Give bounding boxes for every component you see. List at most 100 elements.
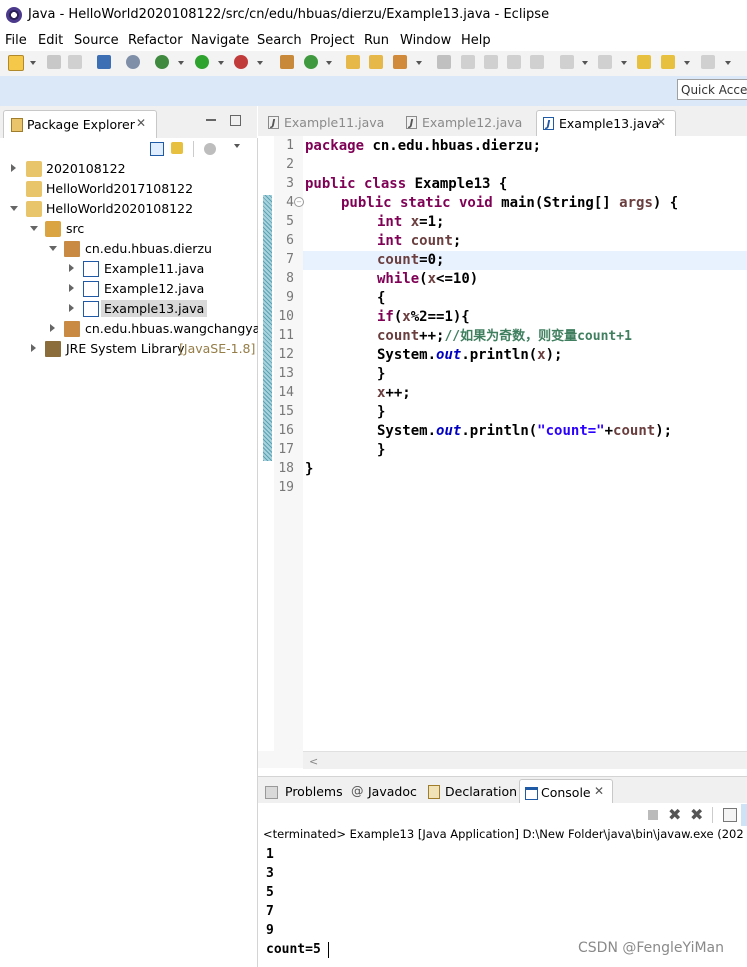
chevron-down-icon[interactable]	[621, 61, 627, 65]
tab-label: Problems	[285, 784, 343, 799]
menu-bar: File Edit Source Refactor Navigate Searc…	[0, 31, 747, 51]
tree-item[interactable]: HelloWorld2020108122	[0, 199, 257, 219]
toggle-mark-occurrences-icon[interactable]	[437, 55, 451, 69]
menu-help[interactable]: Help	[461, 33, 491, 48]
expand-icon[interactable]	[11, 164, 16, 172]
quick-access-input[interactable]: Quick Access	[677, 79, 747, 100]
maximize-icon[interactable]	[230, 115, 241, 126]
save-icon[interactable]	[47, 55, 61, 69]
open-type-icon[interactable]	[346, 55, 360, 69]
menu-file[interactable]: File	[5, 33, 27, 48]
tree-item-suffix: [JavaSE-1.8]	[179, 341, 256, 356]
tab-problems[interactable]: Problems	[260, 779, 344, 804]
expand-icon[interactable]	[50, 324, 55, 332]
current-line-highlight	[303, 251, 747, 270]
scroll-lock-icon[interactable]	[741, 804, 747, 826]
block-selection-icon[interactable]	[507, 55, 521, 69]
menu-run[interactable]: Run	[364, 33, 389, 48]
tree-item[interactable]: cn.edu.hbuas.dierzu	[0, 239, 257, 259]
menu-source[interactable]: Source	[74, 33, 119, 48]
new-java-class-icon[interactable]	[304, 55, 318, 69]
tab-console[interactable]: Console ✕	[519, 779, 613, 805]
menu-refactor[interactable]: Refactor	[128, 33, 183, 48]
focus-on-active-task-icon[interactable]	[204, 143, 216, 155]
chevron-down-icon[interactable]	[30, 61, 36, 65]
view-menu-icon[interactable]	[234, 144, 240, 148]
chevron-down-icon[interactable]	[725, 61, 731, 65]
console-view-icon[interactable]	[97, 55, 111, 69]
debug-icon[interactable]	[155, 55, 169, 69]
collapse-icon[interactable]	[30, 226, 38, 231]
tree-item[interactable]: JRE System Library [JavaSE-1.8]	[0, 339, 257, 359]
tree-item[interactable]: src	[0, 219, 257, 239]
run-icon[interactable]	[195, 55, 209, 69]
chevron-down-icon[interactable]	[326, 61, 332, 65]
chevron-down-icon[interactable]	[582, 61, 588, 65]
terminate-icon[interactable]	[648, 810, 658, 820]
code-editor[interactable]: − 1 2 3 4 5 6 7 8 9 10 11 12 13 14 15 16 17 18 19 package …	[258, 136, 747, 751]
expand-icon[interactable]	[31, 344, 36, 352]
new-icon[interactable]	[8, 55, 24, 71]
line-number: 3	[286, 176, 294, 191]
next-annotation-icon[interactable]	[560, 55, 574, 69]
search-icon[interactable]	[393, 55, 407, 69]
chevron-down-icon[interactable]	[684, 61, 690, 65]
horizontal-scrollbar[interactable]: <	[303, 751, 747, 769]
fold-icon[interactable]: −	[294, 197, 304, 207]
collapse-all-icon[interactable]	[150, 142, 164, 156]
close-icon[interactable]: ✕	[656, 115, 666, 129]
console-line: 1	[266, 847, 274, 862]
tree-item[interactable]: 2020108122	[0, 159, 257, 179]
word-wrap-icon[interactable]	[484, 55, 498, 69]
menu-edit[interactable]: Edit	[38, 33, 63, 48]
open-task-icon[interactable]	[369, 55, 383, 69]
expand-icon[interactable]	[69, 284, 74, 292]
tree-item-selected[interactable]: Example13.java	[0, 299, 257, 319]
clear-console-icon[interactable]	[723, 808, 737, 822]
save-all-icon[interactable]	[68, 55, 82, 69]
chevron-down-icon[interactable]	[257, 61, 263, 65]
close-icon[interactable]: ✕	[136, 116, 146, 130]
skip-breakpoints-icon[interactable]	[126, 55, 140, 69]
tab-label: Example12.java	[422, 115, 523, 130]
previous-annotation-icon[interactable]	[598, 55, 612, 69]
close-icon[interactable]: ✕	[594, 784, 604, 798]
menu-navigate[interactable]: Navigate	[191, 33, 249, 48]
show-whitespace-icon[interactable]	[530, 55, 544, 69]
chevron-down-icon[interactable]	[178, 61, 184, 65]
last-edit-location-icon[interactable]	[637, 55, 651, 69]
expand-icon[interactable]	[69, 264, 74, 272]
tab-example13[interactable]: J Example13.java ✕	[536, 110, 676, 137]
expand-icon[interactable]	[69, 304, 74, 312]
remove-all-terminated-icon[interactable]: ✖	[690, 805, 703, 824]
package-explorer-panel: 2020108122 HelloWorld2017108122 HelloWor…	[0, 138, 268, 967]
menu-project[interactable]: Project	[310, 33, 354, 48]
tree-item[interactable]: Example12.java	[0, 279, 257, 299]
chevron-down-icon[interactable]	[218, 61, 224, 65]
tab-javadoc[interactable]: @ Javadoc	[348, 779, 420, 804]
overview-ruler	[258, 136, 274, 751]
tab-package-explorer[interactable]: Package Explorer ✕	[3, 110, 157, 139]
minimize-icon[interactable]	[206, 119, 216, 121]
quick-diff-bar	[263, 195, 272, 461]
tree-item[interactable]: Example11.java	[0, 259, 257, 279]
toggle-breadcrumb-icon[interactable]	[461, 55, 475, 69]
back-icon[interactable]	[661, 55, 675, 69]
menu-search[interactable]: Search	[257, 33, 302, 48]
chevron-down-icon[interactable]	[416, 61, 422, 65]
tab-declaration[interactable]: Declaration	[424, 779, 517, 804]
tree-item[interactable]: cn.edu.hbuas.wangchangyan	[0, 319, 268, 339]
scroll-left-icon[interactable]: <	[309, 755, 318, 768]
forward-icon[interactable]	[701, 55, 715, 69]
new-java-package-icon[interactable]	[280, 55, 294, 69]
tab-example12[interactable]: J Example12.java	[400, 110, 528, 136]
run-external-tool-icon[interactable]	[234, 55, 248, 69]
menu-window[interactable]: Window	[400, 33, 451, 48]
link-with-editor-icon[interactable]	[171, 142, 183, 154]
collapse-icon[interactable]	[49, 246, 57, 251]
collapse-icon[interactable]	[10, 206, 18, 211]
tab-example11[interactable]: J Example11.java	[262, 110, 390, 136]
remove-launch-icon[interactable]: ✖	[668, 805, 681, 824]
tree-item[interactable]: HelloWorld2017108122	[0, 179, 257, 199]
code-line-16: System.out.println("count="+count);	[377, 423, 673, 439]
